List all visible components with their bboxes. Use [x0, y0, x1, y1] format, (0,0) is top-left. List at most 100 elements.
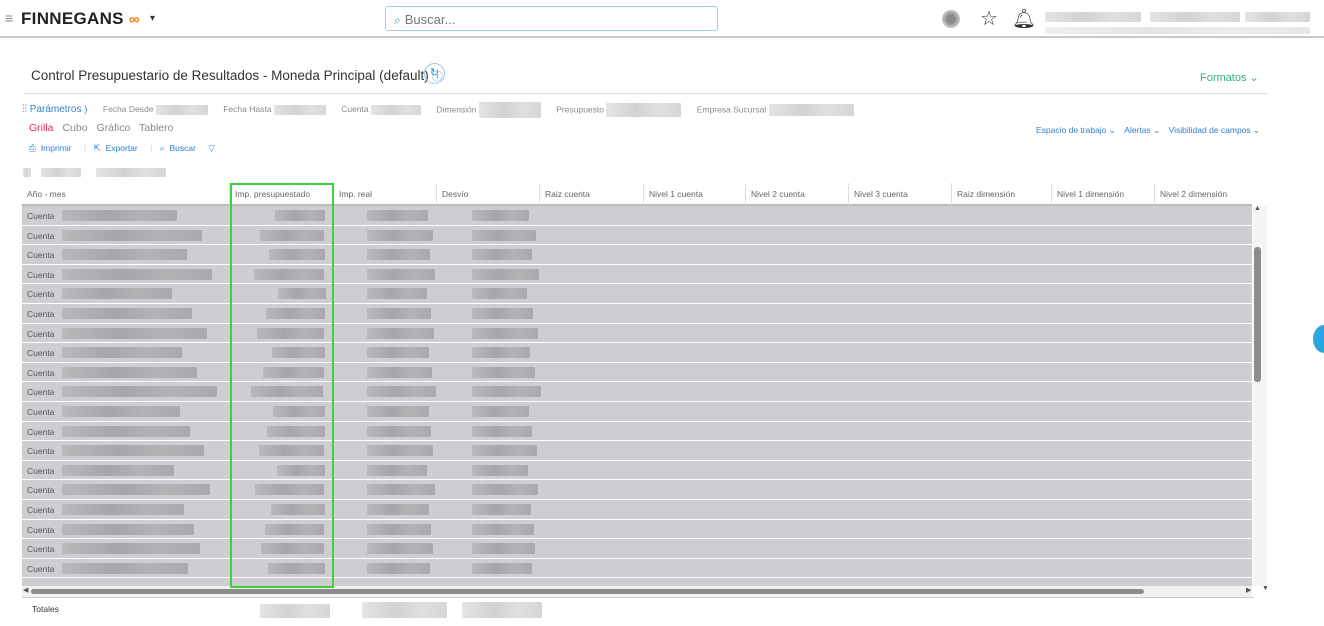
tab-grilla[interactable]: Grilla: [29, 122, 54, 134]
param-fecha-hasta[interactable]: Fecha Hasta: [223, 104, 326, 115]
grid-header: Año - mes Imp. presupuestado Imp. real D…: [22, 183, 1252, 206]
star-icon[interactable]: ☆: [980, 6, 998, 31]
horizontal-scrollbar-thumb[interactable]: [31, 589, 1144, 594]
divider: [23, 93, 1267, 94]
column-header-nivel-3-cuenta[interactable]: Nivel 3 cuenta: [849, 183, 952, 205]
scroll-up-icon[interactable]: ▲: [1254, 205, 1261, 212]
redacted-cell: [472, 445, 537, 457]
search-button[interactable]: ⌕ Buscar: [160, 143, 201, 153]
table-row[interactable]: Cuenta: [22, 520, 1252, 540]
help-bubble[interactable]: [1313, 325, 1324, 353]
filter-icon[interactable]: ▽: [208, 143, 215, 153]
scroll-right-icon[interactable]: ▶: [1246, 586, 1251, 594]
param-fecha-desde[interactable]: Fecha Desde: [103, 104, 208, 115]
column-header-nivel-1-dimension[interactable]: Nivel 1 dimensión: [1052, 183, 1155, 205]
table-row[interactable]: Cuenta: [22, 441, 1252, 461]
view-tabs: Grilla Cubo Gráfico Tablero: [29, 122, 180, 134]
table-row[interactable]: Cuenta: [22, 226, 1252, 246]
table-row[interactable]: Cuenta: [22, 480, 1252, 500]
redacted-cell: [472, 268, 539, 280]
table-row[interactable]: Cuenta: [22, 206, 1252, 226]
search-input[interactable]: ⌕ Buscar...: [385, 6, 718, 31]
table-row[interactable]: Cuenta: [22, 265, 1252, 285]
user-menu[interactable]: [1045, 3, 1310, 35]
print-button[interactable]: ⎙ Imprimir: [29, 143, 77, 153]
param-cuenta[interactable]: Cuenta: [341, 104, 421, 115]
table-row[interactable]: Cuenta: [22, 402, 1252, 422]
chevron-right-icon: ⟩: [84, 104, 88, 116]
redacted-cell: [62, 406, 180, 417]
redacted-cell: [472, 249, 532, 261]
parameters-bar: ⫶⫶ Parámetros ⟩ Fecha Desde Fecha Hasta …: [22, 102, 867, 118]
redacted-cell: [62, 562, 188, 574]
redacted-cell: [472, 523, 534, 535]
export-label: Exportar: [105, 143, 138, 153]
redacted-cell: [367, 484, 435, 496]
refresh-button[interactable]: ↻: [424, 63, 445, 84]
row-label: Cuenta: [27, 348, 55, 359]
tab-tablero[interactable]: Tablero: [139, 122, 173, 134]
column-header-nivel-1-cuenta[interactable]: Nivel 1 cuenta: [644, 183, 746, 205]
redacted-cell: [367, 406, 429, 417]
table-row[interactable]: Cuenta: [22, 382, 1252, 402]
tab-grafico[interactable]: Gráfico: [96, 122, 130, 134]
param-label: Dimensión: [436, 104, 477, 115]
table-row[interactable]: Cuenta: [22, 304, 1252, 324]
column-header-nivel-2-cuenta[interactable]: Nivel 2 cuenta: [746, 183, 849, 205]
redacted-cell: [62, 504, 184, 515]
app-logo[interactable]: FINNEGANS ∞: [21, 9, 140, 29]
column-header-desvio[interactable]: Desvío: [437, 183, 540, 205]
table-row[interactable]: Cuenta: [22, 284, 1252, 304]
row-label: Cuenta: [27, 407, 55, 417]
chevron-down-icon[interactable]: ▾: [150, 13, 155, 24]
column-header-imp-real[interactable]: Imp. real: [334, 183, 437, 205]
column-header-raiz-cuenta[interactable]: Raiz cuenta: [540, 183, 644, 205]
table-row[interactable]: Cuenta: [22, 324, 1252, 344]
bell-icon[interactable]: 🔔︎: [1012, 7, 1036, 31]
table-row[interactable]: Cuenta: [22, 245, 1252, 265]
formatos-dropdown[interactable]: Formatos ⌄: [1200, 71, 1259, 84]
row-label: Cuenta: [27, 269, 55, 280]
action-bar: ⎙ Imprimir | ⇱ Exportar | ⌕ Buscar ▽: [29, 143, 220, 154]
row-label: Cuenta: [27, 465, 55, 476]
alertas-dropdown[interactable]: Alertas ⌄: [1124, 125, 1160, 135]
app-icon[interactable]: [942, 10, 960, 28]
column-header-raiz-dimension[interactable]: Raiz dimensión: [952, 183, 1052, 205]
redacted-cell: [367, 347, 429, 359]
param-dimension[interactable]: Dimensión: [436, 102, 541, 118]
param-label: Cuenta: [341, 104, 369, 115]
table-row[interactable]: Cuenta: [22, 461, 1252, 481]
vertical-scrollbar-thumb[interactable]: [1254, 247, 1261, 382]
export-button[interactable]: ⇱ Exportar: [93, 143, 142, 153]
table-row[interactable]: Cuenta: [22, 343, 1252, 363]
row-label: Cuenta: [27, 250, 55, 261]
menu-icon[interactable]: ≡: [5, 10, 13, 26]
param-label: Fecha Hasta: [223, 104, 272, 115]
parameters-toggle[interactable]: ⫶⫶ Parámetros ⟩: [22, 104, 88, 115]
redacted-cell: [472, 366, 535, 378]
column-header-ano-mes[interactable]: Año - mes: [22, 183, 230, 205]
redacted-cell: [472, 327, 538, 339]
table-row[interactable]: Cuenta: [22, 539, 1252, 559]
row-label: Cuenta: [27, 563, 55, 574]
parameters-label: Parámetros: [29, 104, 82, 116]
redacted-cell: [367, 543, 433, 555]
redacted-cell: [472, 308, 533, 319]
redacted-cell: [62, 484, 210, 496]
scroll-down-icon[interactable]: ▼: [1262, 585, 1267, 592]
table-row[interactable]: Cuenta: [22, 422, 1252, 442]
table-row[interactable]: Cuenta: [22, 559, 1252, 579]
param-empresa-sucursal[interactable]: Empresa Sucursal: [697, 104, 854, 116]
column-header-nivel-2-dimension[interactable]: Nivel 2 dimensión: [1155, 183, 1252, 205]
report-title: Control Presupuestario de Resultados - M…: [31, 68, 429, 83]
logo-text: FINNEGANS: [21, 9, 124, 28]
scroll-left-icon[interactable]: ◀: [23, 586, 28, 594]
table-row[interactable]: Cuenta: [22, 363, 1252, 383]
table-row[interactable]: Cuenta: [22, 500, 1252, 520]
visibilidad-de-campos-dropdown[interactable]: Visibilidad de campos ⌄: [1169, 125, 1261, 135]
tab-cubo[interactable]: Cubo: [62, 122, 87, 134]
param-presupuesto[interactable]: Presupuesto: [556, 103, 682, 117]
espacio-de-trabajo-dropdown[interactable]: Espacio de trabajo ⌄: [1036, 125, 1116, 135]
redacted-cell: [62, 347, 182, 359]
redacted-cell: [367, 425, 431, 437]
